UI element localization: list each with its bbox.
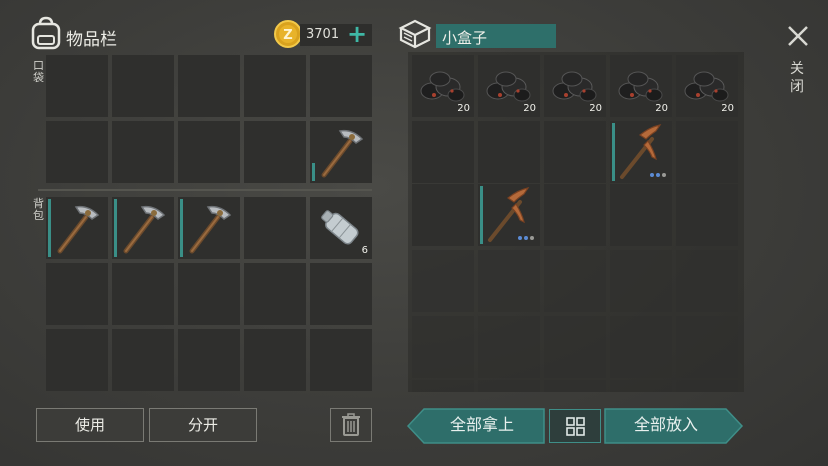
durability-bar xyxy=(312,163,315,181)
stone-pickaxe-icon xyxy=(123,205,166,254)
container-slot-coal[interactable]: 20 xyxy=(478,55,540,117)
backpack-slot-pickaxe[interactable] xyxy=(46,197,108,259)
pocket-slot[interactable] xyxy=(244,121,306,183)
container-title: 小盒子 xyxy=(442,29,488,47)
stone-pickaxe-icon xyxy=(321,129,364,178)
container-slot-locked xyxy=(478,250,540,312)
container-slot-coal[interactable]: 20 xyxy=(610,55,672,117)
backpack-slot[interactable] xyxy=(310,329,372,391)
item-count: 20 xyxy=(655,103,668,114)
durability-bar xyxy=(114,199,117,257)
backpack-slot[interactable] xyxy=(46,263,108,325)
container-slot-copper-pickaxe[interactable] xyxy=(610,121,672,183)
pocket-slot[interactable] xyxy=(178,55,240,117)
container-slot-coal[interactable]: 20 xyxy=(544,55,606,117)
backpack-slot[interactable] xyxy=(46,329,108,391)
stone-pickaxe-icon xyxy=(57,205,100,254)
item-count: 6 xyxy=(361,245,368,256)
close-label[interactable]: 关闭 xyxy=(790,60,806,96)
put-all-button[interactable]: 全部放入 xyxy=(606,409,726,443)
discard-button[interactable] xyxy=(330,408,372,442)
backpack-label: 背包 xyxy=(33,197,44,222)
backpack-slot[interactable] xyxy=(112,329,174,391)
container-slot[interactable] xyxy=(478,121,540,183)
backpack-icon xyxy=(31,16,61,50)
container-slot-locked xyxy=(544,380,606,392)
container-slot-locked xyxy=(676,380,738,392)
trash-icon xyxy=(342,413,360,436)
pocket-label: 口袋 xyxy=(33,59,44,84)
container-slot[interactable] xyxy=(412,121,474,183)
pocket-slot[interactable] xyxy=(112,55,174,117)
backpack-slot[interactable] xyxy=(112,263,174,325)
container-slot[interactable] xyxy=(544,121,606,183)
coin-balance: 3701 xyxy=(306,27,340,42)
item-count: 20 xyxy=(523,103,536,114)
quality-dots xyxy=(518,236,534,240)
container-slot-locked xyxy=(478,380,540,392)
sort-button[interactable] xyxy=(549,409,601,443)
backpack-slot[interactable] xyxy=(244,263,306,325)
coin-icon: Z xyxy=(274,20,302,48)
container-slot[interactable] xyxy=(676,121,738,183)
container-slot[interactable] xyxy=(676,184,738,246)
container-slot-locked xyxy=(610,250,672,312)
container-slot-locked xyxy=(676,316,738,378)
durability-bar xyxy=(480,186,483,244)
durability-bar xyxy=(180,199,183,257)
item-count: 20 xyxy=(457,103,470,114)
box-icon xyxy=(398,19,432,49)
backpack-slot[interactable] xyxy=(244,197,306,259)
stone-pickaxe-icon xyxy=(189,205,232,254)
container-slot-locked xyxy=(544,316,606,378)
durability-bar xyxy=(612,123,615,181)
container-slot-locked xyxy=(610,380,672,392)
container-slot-locked xyxy=(478,316,540,378)
container-slot-coal[interactable]: 20 xyxy=(676,55,738,117)
item-count: 20 xyxy=(721,103,734,114)
container-slot[interactable] xyxy=(610,184,672,246)
take-all-button[interactable]: 全部拿上 xyxy=(422,409,542,443)
backpack-slot[interactable] xyxy=(178,329,240,391)
pocket-slot[interactable] xyxy=(46,121,108,183)
pocket-slot[interactable] xyxy=(310,55,372,117)
container-slot-locked xyxy=(544,250,606,312)
backpack-slot-pickaxe[interactable] xyxy=(178,197,240,259)
pocket-backpack-divider xyxy=(38,189,372,191)
container-slot-coal[interactable]: 20 xyxy=(412,55,474,117)
backpack-slot-water-bottle[interactable]: 6 xyxy=(310,197,372,259)
container-slot-locked xyxy=(412,250,474,312)
backpack-slot[interactable] xyxy=(310,263,372,325)
container-slot[interactable] xyxy=(412,184,474,246)
container-slot-locked xyxy=(412,316,474,378)
backpack-slot[interactable] xyxy=(178,263,240,325)
split-button[interactable]: 分开 xyxy=(149,408,257,442)
container-slot-locked xyxy=(676,250,738,312)
svg-text:Z: Z xyxy=(283,28,292,43)
pocket-slot-pickaxe[interactable] xyxy=(310,121,372,183)
backpack-slot-pickaxe[interactable] xyxy=(112,197,174,259)
pocket-slot[interactable] xyxy=(112,121,174,183)
container-slot-locked xyxy=(412,380,474,392)
backpack-slot[interactable] xyxy=(244,329,306,391)
durability-bar xyxy=(48,199,51,257)
add-coins-button[interactable]: + xyxy=(346,22,368,46)
pocket-slot[interactable] xyxy=(244,55,306,117)
container-slot[interactable] xyxy=(544,184,606,246)
inventory-title: 物品栏 xyxy=(66,30,117,50)
use-button[interactable]: 使用 xyxy=(36,408,144,442)
close-icon[interactable] xyxy=(786,24,810,48)
container-slot-copper-pickaxe[interactable] xyxy=(478,184,540,246)
container-slot-locked xyxy=(610,316,672,378)
quality-dots xyxy=(650,173,666,177)
pocket-slot[interactable] xyxy=(46,55,108,117)
item-count: 20 xyxy=(589,103,602,114)
pocket-slot[interactable] xyxy=(178,121,240,183)
sort-grid-icon xyxy=(566,417,585,436)
